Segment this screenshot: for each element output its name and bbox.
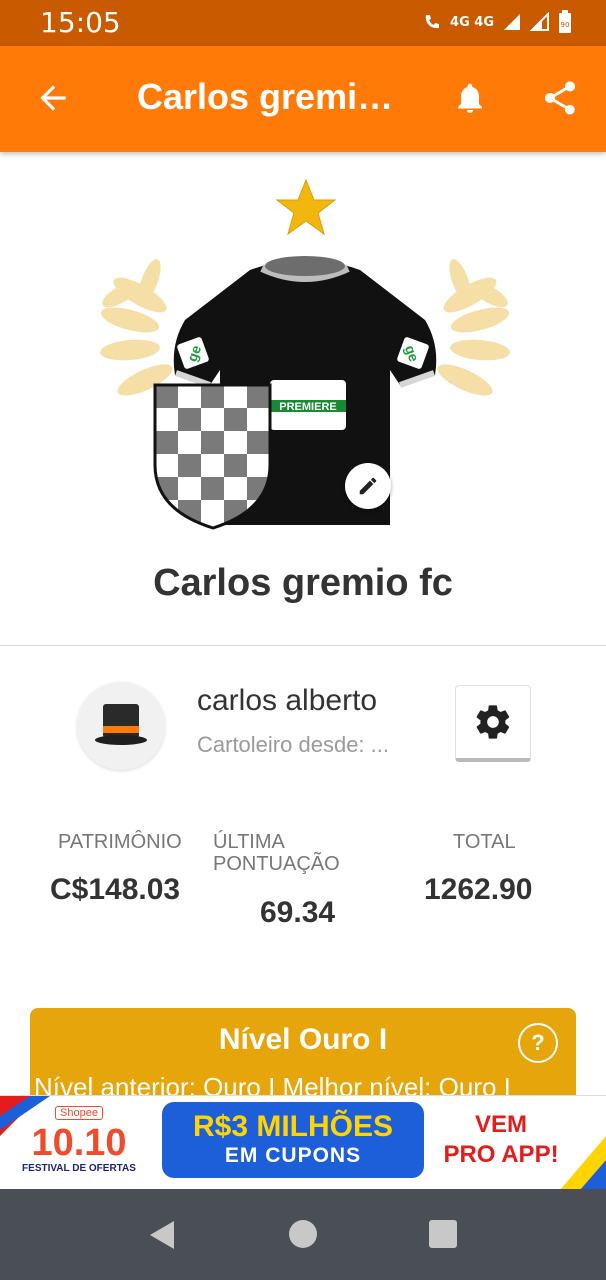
- top-hat-icon: [95, 704, 147, 745]
- nav-home-button[interactable]: [288, 1219, 318, 1254]
- star-icon: [275, 178, 337, 236]
- share-button[interactable]: [540, 78, 580, 123]
- status-icons: 4G 4G 90: [422, 10, 572, 34]
- system-nav-bar: [0, 1189, 606, 1280]
- ad-main-sub: EM CUPONS: [224, 1144, 362, 1167]
- ad-brand: Shopee 10.10 FESTIVAL DE OFERTAS: [4, 1100, 154, 1188]
- stat-patrimonio-label: PATRIMÔNIO: [58, 831, 182, 853]
- stat-ultima-label: ÚLTIMA PONTUAÇÃO: [213, 831, 340, 875]
- bell-icon: [458, 83, 482, 113]
- edit-crest-button[interactable]: [345, 463, 391, 509]
- stat-ultima-value: 69.34: [260, 896, 336, 929]
- stat-total-value: 1262.90: [424, 873, 533, 906]
- avatar[interactable]: [77, 682, 165, 770]
- laurel-left-icon: [100, 259, 173, 396]
- ad-cta: VEM PRO APP!: [436, 1110, 566, 1170]
- nav-recents-button[interactable]: [428, 1219, 458, 1254]
- share-icon: [545, 81, 575, 115]
- stat-patrimonio-value: C$148.03: [50, 873, 181, 906]
- nav-back-button[interactable]: [148, 1219, 176, 1256]
- battery-level: 90: [561, 21, 570, 29]
- ad-brand-small: Shopee: [55, 1106, 103, 1120]
- user-name: carlos alberto: [197, 684, 378, 717]
- phone-wifi-icon: [425, 15, 440, 29]
- status-bar: 15:05 4G 4G 90: [0, 0, 606, 46]
- settings-button[interactable]: [455, 685, 531, 762]
- notifications-button[interactable]: [452, 78, 488, 123]
- ad-cta-line2: PRO APP!: [443, 1141, 559, 1168]
- status-time: 15:05: [40, 6, 121, 39]
- ad-banner[interactable]: Shopee 10.10 FESTIVAL DE OFERTAS R$3 MIL…: [0, 1095, 606, 1191]
- back-button[interactable]: [34, 79, 72, 122]
- stat-total-label: TOTAL: [453, 831, 516, 853]
- triangle-back-icon: [150, 1221, 174, 1249]
- pencil-icon: [359, 477, 377, 495]
- ad-brand-sub: FESTIVAL DE OFERTAS: [22, 1163, 136, 1174]
- ad-main: R$3 MILHÕES EM CUPONS: [162, 1102, 424, 1178]
- team-name: Carlos gremio fc: [153, 562, 453, 604]
- app-bar: Carlos gremio fc: [0, 46, 606, 152]
- sponsor-text: PREMIERE: [279, 401, 336, 413]
- signal-icon: [504, 14, 520, 30]
- square-recents-icon: [429, 1220, 457, 1248]
- battery-icon: 90: [559, 10, 571, 33]
- network-label: 4G 4G: [450, 14, 494, 30]
- team-crest: ge ge PREMIERE: [100, 178, 510, 530]
- gear-icon: [476, 705, 510, 739]
- user-since: Cartoleiro desde: ...: [197, 732, 389, 757]
- circle-home-icon: [289, 1220, 317, 1248]
- ad-main-text: R$3 MILHÕES: [192, 1110, 394, 1143]
- ad-cta-line1: VEM: [474, 1111, 527, 1138]
- level-title: Nível Ouro I: [218, 1023, 388, 1056]
- signal-2-icon: [530, 12, 549, 31]
- help-button[interactable]: ?: [518, 1023, 558, 1063]
- level-card[interactable]: Nível Ouro I ? Nível anterior: Ouro I Me…: [30, 1008, 576, 1098]
- page-title: Carlos gremio fc: [137, 76, 407, 117]
- laurel-right-icon: [437, 259, 510, 396]
- divider: [0, 645, 606, 646]
- arrow-left-icon: [40, 85, 66, 111]
- ad-brand-big: 10.10: [31, 1122, 127, 1164]
